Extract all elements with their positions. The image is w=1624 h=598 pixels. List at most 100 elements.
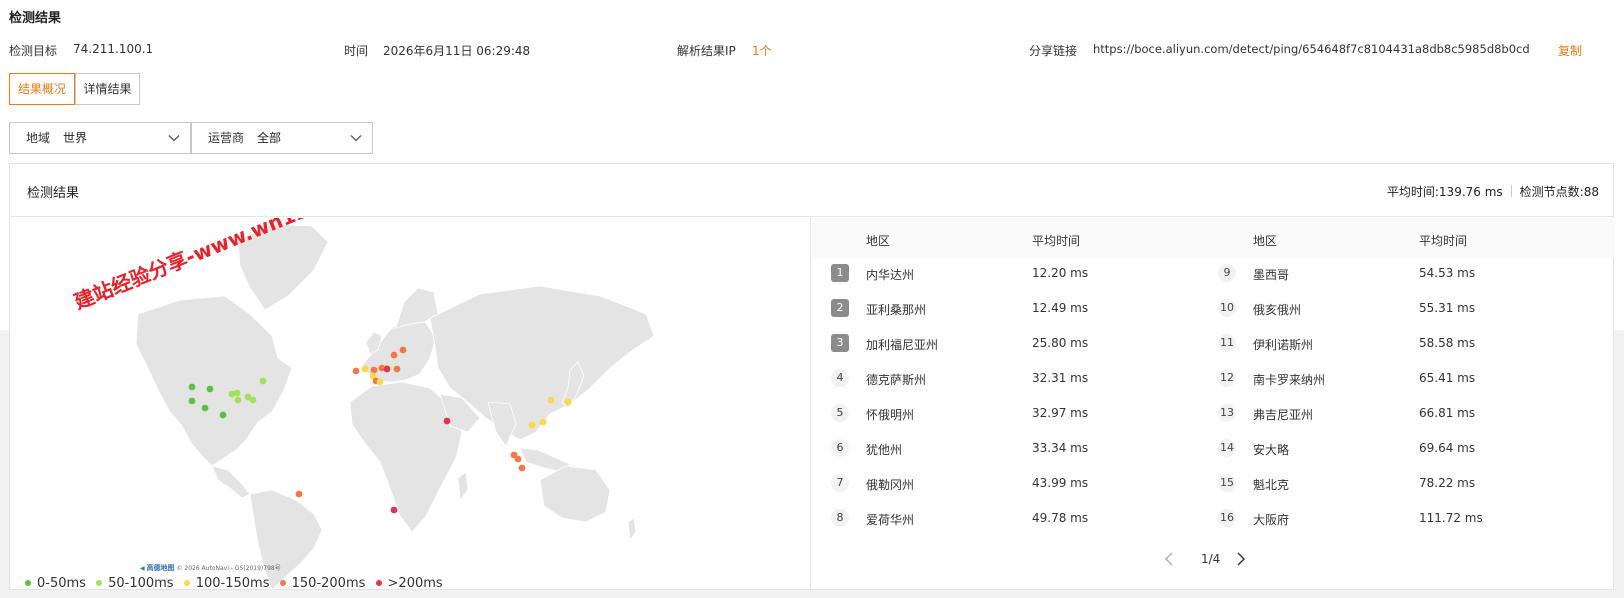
madagascar-shape bbox=[457, 471, 469, 502]
copy-button[interactable]: 复制 bbox=[1558, 42, 1582, 59]
tab-details[interactable]: 详情结果 bbox=[75, 73, 140, 105]
isp-select[interactable]: 运营商 全部 bbox=[191, 122, 373, 154]
share-link[interactable]: https://boce.aliyun.com/detect/ping/6546… bbox=[1093, 42, 1530, 56]
region-select[interactable]: 地域 世界 bbox=[9, 122, 191, 154]
probe-point[interactable] bbox=[393, 365, 401, 373]
south-america-shape bbox=[249, 489, 323, 590]
time-label: 时间 bbox=[344, 44, 369, 58]
rank-badge: 5 bbox=[831, 404, 849, 422]
avg-time-cell: 25.80 ms bbox=[1032, 336, 1089, 350]
legend-label: 50-100ms bbox=[108, 576, 174, 590]
rank-badge: 2 bbox=[831, 299, 849, 317]
ip-label: 解析结果IP bbox=[677, 44, 736, 58]
card-stats: 平均时间:139.76 ms 检测节点数:88 bbox=[1387, 183, 1599, 200]
probe-point[interactable] bbox=[376, 378, 384, 386]
probe-point[interactable] bbox=[233, 389, 241, 397]
chevron-down-icon bbox=[168, 135, 180, 142]
probe-point[interactable] bbox=[188, 383, 196, 391]
new-zealand-shape bbox=[627, 517, 637, 542]
chevron-left-icon[interactable] bbox=[1162, 551, 1176, 567]
probe-point[interactable] bbox=[188, 397, 196, 405]
legend-label: >200ms bbox=[387, 576, 443, 590]
ip-count[interactable]: 1个 bbox=[752, 42, 772, 59]
map-credit: ◀ 高德地图 © 2026 AutoNavi - GS(2019)798号 bbox=[140, 563, 281, 573]
result-card: 检测结果 平均时间:139.76 ms 检测节点数:88 建站经验分享-www.… bbox=[9, 163, 1614, 590]
legend-item[interactable]: 0-50ms bbox=[25, 576, 86, 590]
chevron-right-icon[interactable] bbox=[1234, 551, 1248, 567]
avg-time-cell: 58.58 ms bbox=[1419, 336, 1476, 350]
probe-point[interactable] bbox=[514, 455, 522, 463]
probe-point[interactable] bbox=[219, 411, 227, 419]
tab-overview[interactable]: 结果概况 bbox=[9, 73, 75, 105]
rank-badge: 3 bbox=[831, 334, 849, 352]
avg-time-cell: 32.97 ms bbox=[1032, 406, 1089, 420]
probe-point[interactable] bbox=[201, 404, 209, 412]
probe-point[interactable] bbox=[370, 366, 378, 374]
avg-time-cell: 54.53 ms bbox=[1419, 266, 1476, 280]
rank-badge: 14 bbox=[1218, 439, 1236, 457]
avg-time-cell: 55.31 ms bbox=[1419, 301, 1476, 315]
region-cell: 内华达州 bbox=[866, 268, 915, 282]
col-avg-right: 平均时间 bbox=[1419, 234, 1468, 248]
avg-time-cell: 111.72 ms bbox=[1419, 511, 1483, 525]
central-america-shape bbox=[211, 465, 251, 499]
rank-badge: 1 bbox=[831, 264, 849, 282]
north-america-shape bbox=[135, 295, 293, 467]
avg-time-cell: 78.22 ms bbox=[1419, 476, 1476, 490]
legend-dot-icon bbox=[25, 580, 31, 586]
region-select-label: 地域 bbox=[26, 131, 51, 145]
rank-badge: 8 bbox=[831, 509, 849, 527]
legend-item[interactable]: >200ms bbox=[375, 576, 443, 590]
land-shapes bbox=[135, 223, 655, 590]
rank-badge: 6 bbox=[831, 439, 849, 457]
region-cell: 加利福尼亚州 bbox=[866, 338, 939, 352]
probe-point[interactable] bbox=[528, 421, 536, 429]
amap-logo-icon: ◀ bbox=[140, 565, 145, 572]
isp-select-value: 全部 bbox=[257, 131, 282, 145]
probe-point[interactable] bbox=[564, 398, 572, 406]
avg-time-cell: 65.41 ms bbox=[1419, 371, 1476, 385]
region-cell: 犹他州 bbox=[866, 443, 903, 457]
legend-item[interactable]: 50-100ms bbox=[96, 576, 174, 590]
latency-legend: 0-50ms 50-100ms 100-150ms 150-200ms >200… bbox=[25, 576, 449, 590]
legend-item[interactable]: 100-150ms bbox=[183, 576, 270, 590]
probe-point[interactable] bbox=[234, 396, 242, 404]
table-header bbox=[812, 218, 1614, 258]
probe-point[interactable] bbox=[547, 396, 555, 404]
share-label: 分享链接 bbox=[1029, 44, 1078, 58]
region-select-value: 世界 bbox=[63, 131, 88, 145]
probe-point[interactable] bbox=[352, 367, 360, 375]
legend-label: 0-50ms bbox=[37, 576, 86, 590]
probe-point[interactable] bbox=[539, 418, 547, 426]
avg-time-cell: 66.81 ms bbox=[1419, 406, 1476, 420]
legend-item[interactable]: 150-200ms bbox=[279, 576, 365, 590]
probe-point[interactable] bbox=[361, 365, 369, 373]
region-cell: 爱荷华州 bbox=[866, 513, 915, 527]
probe-point[interactable] bbox=[295, 490, 303, 498]
card-header: 检测结果 平均时间:139.76 ms 检测节点数:88 bbox=[10, 164, 1613, 217]
probe-point[interactable] bbox=[259, 377, 267, 385]
node-count: 检测节点数:88 bbox=[1519, 185, 1599, 199]
legend-dot-icon bbox=[375, 580, 382, 586]
probe-point[interactable] bbox=[443, 417, 451, 425]
probe-point[interactable] bbox=[206, 385, 214, 393]
probe-point[interactable] bbox=[399, 346, 407, 354]
info-row: 检测目标 74.211.100.1 时间 2026年6月11日 06:29:48… bbox=[0, 42, 1624, 60]
legend-label: 100-150ms bbox=[195, 576, 270, 590]
probe-point[interactable] bbox=[390, 351, 398, 359]
probe-point[interactable] bbox=[390, 506, 398, 514]
results-table: 地区 平均时间 地区 平均时间 1 内华达州 12.20 ms 2 亚利桑那州 12.49… bbox=[812, 218, 1614, 590]
avg-time: 平均时间:139.76 ms bbox=[1386, 185, 1503, 199]
rank-badge: 10 bbox=[1218, 299, 1236, 317]
page-title: 检测结果 bbox=[9, 11, 62, 26]
map-copyright: © 2026 AutoNavi - GS(2019)798号 bbox=[176, 565, 281, 572]
avg-time-cell: 33.34 ms bbox=[1032, 441, 1089, 455]
target-label: 检测目标 bbox=[9, 44, 58, 58]
world-map-pane[interactable]: 建站经验分享-www.wn12.cn ◀ 高德地图 © 2026 AutoNav… bbox=[10, 218, 811, 590]
col-avg-left: 平均时间 bbox=[1032, 234, 1081, 248]
probe-point[interactable] bbox=[518, 464, 526, 472]
probe-point[interactable] bbox=[383, 365, 391, 373]
avg-time-cell: 69.64 ms bbox=[1419, 441, 1476, 455]
probe-point[interactable] bbox=[249, 396, 257, 404]
region-cell: 伊利诺斯州 bbox=[1253, 338, 1314, 352]
